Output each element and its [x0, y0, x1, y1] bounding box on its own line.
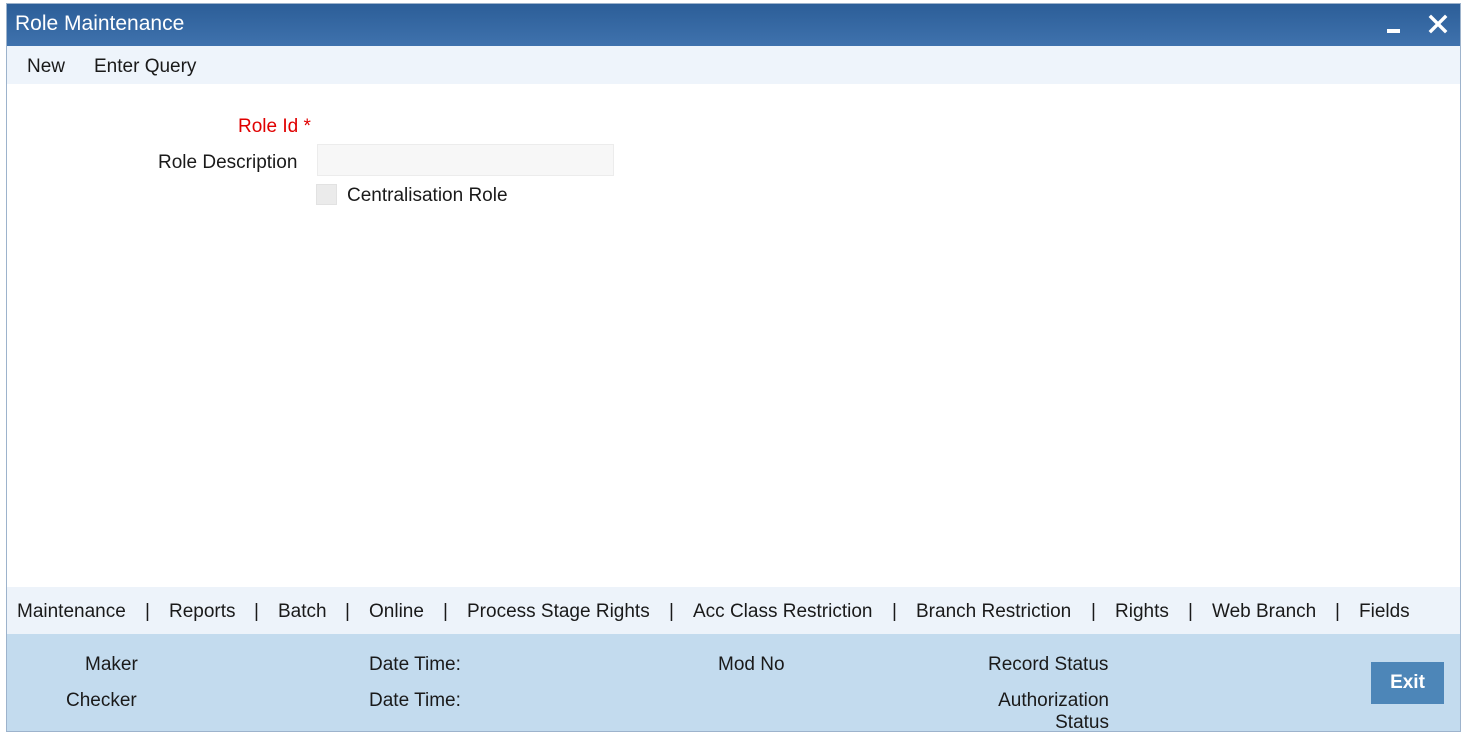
window-title: Role Maintenance [15, 12, 185, 35]
tab-separator: | [1335, 601, 1340, 622]
minimize-icon[interactable] [1381, 12, 1407, 38]
tab-separator: | [145, 601, 150, 622]
tab-separator: | [1188, 601, 1193, 622]
role-description-input[interactable] [317, 144, 614, 176]
audit-footer: Maker Checker Date Time: Date Time: Mod … [7, 634, 1460, 734]
checker-date-time-label: Date Time: [369, 690, 461, 711]
required-asterisk: * [303, 116, 311, 137]
authorization-status-line1: Authorization [998, 690, 1109, 711]
role-form: Role Id * Role Description Centralisatio… [7, 84, 1460, 587]
tab-branch-restriction[interactable]: Branch Restriction [916, 601, 1071, 623]
tab-batch[interactable]: Batch [278, 601, 327, 623]
checker-label: Checker [66, 690, 137, 711]
maker-date-time-label: Date Time: [369, 654, 461, 675]
close-icon[interactable] [1425, 12, 1451, 38]
role-description-label: Role Description [158, 152, 298, 173]
menu-bar: New Enter Query [7, 46, 1460, 84]
tab-fields[interactable]: Fields [1359, 601, 1410, 623]
sub-screen-tabs: Maintenance | Reports | Batch | Online |… [7, 587, 1460, 634]
role-id-label-text: Role Id [238, 116, 299, 137]
exit-button[interactable]: Exit [1371, 662, 1444, 704]
tab-separator: | [254, 601, 259, 622]
tab-web-branch[interactable]: Web Branch [1212, 601, 1316, 623]
tab-rights[interactable]: Rights [1115, 601, 1169, 623]
authorization-status-line2: Status [1055, 712, 1109, 733]
tab-process-stage-rights[interactable]: Process Stage Rights [467, 601, 650, 623]
centralisation-role-checkbox[interactable] [316, 184, 337, 205]
tab-separator: | [892, 601, 897, 622]
maker-label: Maker [85, 654, 138, 675]
role-maintenance-window: Role Maintenance New Enter Query Role Id… [6, 3, 1461, 734]
tab-separator: | [443, 601, 448, 622]
tab-acc-class-restriction[interactable]: Acc Class Restriction [693, 601, 873, 623]
authorization-status-label: Authorization Status [975, 690, 1109, 734]
role-id-label: Role Id * [238, 116, 311, 138]
tab-separator: | [345, 601, 350, 622]
title-bar: Role Maintenance [7, 4, 1460, 46]
mod-no-label: Mod No [718, 654, 785, 675]
tab-reports[interactable]: Reports [169, 601, 236, 623]
centralisation-role-label: Centralisation Role [347, 185, 508, 206]
menu-new[interactable]: New [27, 56, 65, 78]
record-status-label: Record Status [988, 654, 1109, 675]
tab-separator: | [1091, 601, 1096, 622]
tab-separator: | [669, 601, 674, 622]
tab-maintenance[interactable]: Maintenance [17, 601, 126, 623]
tab-online[interactable]: Online [369, 601, 424, 623]
menu-enter-query[interactable]: Enter Query [94, 56, 196, 78]
